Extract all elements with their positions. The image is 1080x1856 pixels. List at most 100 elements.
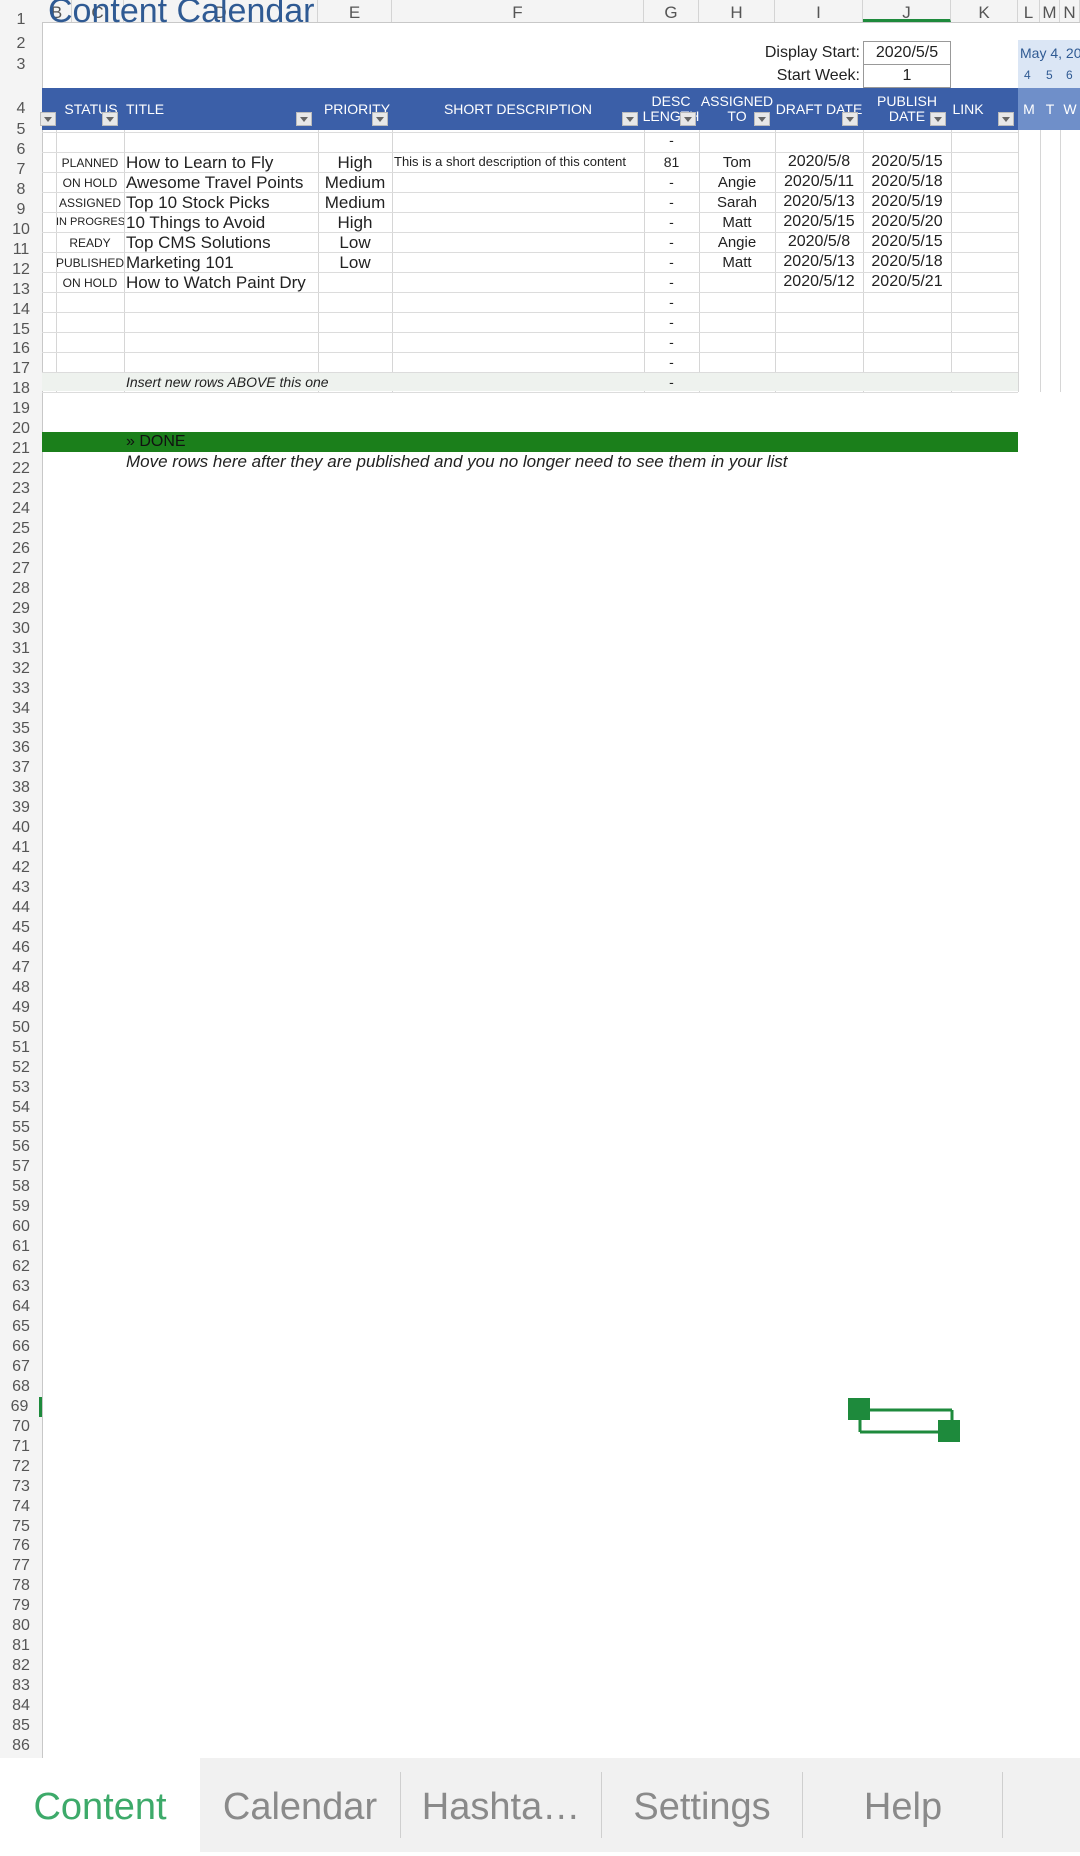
row-header-20[interactable]: 20 — [0, 419, 42, 439]
assigned-to-cell[interactable]: Matt — [699, 254, 775, 271]
row-header-53[interactable]: 53 — [0, 1078, 42, 1098]
desc-length-cell[interactable]: - — [644, 374, 699, 390]
col-header-n[interactable]: N — [1060, 0, 1080, 22]
row-header-40[interactable]: 40 — [0, 818, 42, 838]
publish-date-cell[interactable]: 2020/5/15 — [863, 153, 951, 171]
publish-date-cell[interactable]: 2020/5/20 — [863, 213, 951, 231]
row-header-25[interactable]: 25 — [0, 519, 42, 539]
tab-hashtags[interactable]: Hashta… — [401, 1758, 601, 1852]
title-cell[interactable]: How to Watch Paint Dry — [126, 273, 316, 293]
tab-calendar[interactable]: Calendar — [200, 1758, 400, 1852]
row-header-32[interactable]: 32 — [0, 659, 42, 679]
filter-dropdown-publish[interactable] — [930, 112, 946, 126]
draft-date-cell[interactable]: 2020/5/13 — [775, 193, 863, 211]
row-header-48[interactable]: 48 — [0, 978, 42, 998]
row-header-81[interactable]: 81 — [0, 1636, 42, 1656]
title-cell[interactable]: How to Learn to Fly — [126, 153, 316, 173]
row-header-23[interactable]: 23 — [0, 479, 42, 499]
row-header-27[interactable]: 27 — [0, 559, 42, 579]
status-cell[interactable]: ON HOLD — [56, 176, 124, 190]
row-header-12[interactable]: 12 — [0, 260, 42, 280]
col-header-f[interactable]: F — [392, 0, 644, 22]
col-header-g[interactable]: G — [644, 0, 699, 22]
row-header-43[interactable]: 43 — [0, 878, 42, 898]
display-start-input[interactable]: 2020/5/5 — [863, 41, 951, 65]
row-header-29[interactable]: 29 — [0, 599, 42, 619]
status-cell[interactable]: IN PROGRESS — [56, 216, 124, 228]
row-header-35[interactable]: 35 — [0, 719, 42, 739]
draft-date-cell[interactable]: 2020/5/12 — [775, 273, 863, 291]
col-header-j[interactable]: J — [863, 0, 951, 22]
row-header-31[interactable]: 31 — [0, 639, 42, 659]
col-header-l[interactable]: L — [1018, 0, 1040, 22]
draft-date-cell[interactable]: 2020/5/8 — [775, 233, 863, 251]
row-header-71[interactable]: 71 — [0, 1437, 42, 1457]
priority-cell[interactable]: Medium — [318, 173, 392, 193]
selection-handle-icon[interactable] — [846, 1396, 966, 1446]
publish-date-cell[interactable]: 2020/5/18 — [863, 173, 951, 191]
row-header-19[interactable]: 19 — [0, 399, 42, 419]
row-header-15[interactable]: 15 — [0, 320, 42, 340]
status-cell[interactable]: PUBLISHED — [56, 256, 124, 270]
row-header-7[interactable]: 7 — [0, 160, 42, 180]
draft-date-cell[interactable]: 2020/5/8 — [775, 153, 863, 171]
row-header-36[interactable]: 36 — [0, 738, 42, 758]
status-cell[interactable]: ASSIGNED — [56, 196, 124, 210]
row-header-14[interactable]: 14 — [0, 300, 42, 320]
row-header-62[interactable]: 62 — [0, 1257, 42, 1277]
title-cell[interactable]: 10 Things to Avoid — [126, 213, 316, 233]
row-header-51[interactable]: 51 — [0, 1038, 42, 1058]
row-header-10[interactable]: 10 — [0, 220, 42, 240]
filter-dropdown-assigned[interactable] — [754, 112, 770, 126]
col-header-m[interactable]: M — [1040, 0, 1060, 22]
row-header-73[interactable]: 73 — [0, 1477, 42, 1497]
row-header-72[interactable]: 72 — [0, 1457, 42, 1477]
desc-length-cell[interactable]: - — [644, 274, 699, 290]
row-header-60[interactable]: 60 — [0, 1217, 42, 1237]
filter-dropdown-status[interactable] — [102, 112, 118, 126]
row-header-44[interactable]: 44 — [0, 898, 42, 918]
row-header-70[interactable]: 70 — [0, 1417, 42, 1437]
desc-length-cell[interactable]: - — [644, 254, 699, 270]
row-header-65[interactable]: 65 — [0, 1317, 42, 1337]
row-header-34[interactable]: 34 — [0, 699, 42, 719]
row-header-77[interactable]: 77 — [0, 1556, 42, 1576]
row-header-18[interactable]: 18 — [0, 379, 42, 399]
desc-length-cell[interactable]: - — [644, 214, 699, 230]
row-header-45[interactable]: 45 — [0, 918, 42, 938]
priority-cell[interactable]: Medium — [318, 193, 392, 213]
row-header-69[interactable]: 69 — [0, 1396, 42, 1417]
row-header-38[interactable]: 38 — [0, 778, 42, 798]
row-header-46[interactable]: 46 — [0, 938, 42, 958]
row-header-55[interactable]: 55 — [0, 1118, 42, 1138]
row-header-58[interactable]: 58 — [0, 1177, 42, 1197]
row-header-59[interactable]: 59 — [0, 1197, 42, 1217]
priority-cell[interactable]: Low — [318, 233, 392, 253]
row-header-82[interactable]: 82 — [0, 1656, 42, 1676]
priority-cell[interactable]: High — [318, 153, 392, 173]
desc-length-cell[interactable]: - — [644, 314, 699, 330]
publish-date-cell[interactable]: 2020/5/21 — [863, 273, 951, 291]
title-cell[interactable]: Top 10 Stock Picks — [126, 193, 316, 213]
col-header-i[interactable]: I — [775, 0, 863, 22]
row-header-4[interactable]: 4 — [0, 99, 42, 119]
row-header-49[interactable]: 49 — [0, 998, 42, 1018]
desc-length-cell[interactable]: - — [644, 354, 699, 370]
row-header-63[interactable]: 63 — [0, 1277, 42, 1297]
title-cell[interactable]: Marketing 101 — [126, 253, 316, 273]
assigned-to-cell[interactable]: Sarah — [699, 194, 775, 211]
row-header-56[interactable]: 56 — [0, 1137, 42, 1157]
filter-dropdown-description[interactable] — [622, 112, 638, 126]
row-header-42[interactable]: 42 — [0, 858, 42, 878]
assigned-to-cell[interactable]: Matt — [699, 214, 775, 231]
row-header-57[interactable]: 57 — [0, 1157, 42, 1177]
row-header-28[interactable]: 28 — [0, 579, 42, 599]
row-header-2[interactable]: 2 — [0, 34, 42, 54]
row-header-75[interactable]: 75 — [0, 1517, 42, 1537]
title-cell[interactable]: Top CMS Solutions — [126, 233, 316, 253]
desc-length-cell[interactable]: - — [644, 334, 699, 350]
row-header-22[interactable]: 22 — [0, 459, 42, 479]
desc-length-cell[interactable]: - — [644, 174, 699, 190]
tab-content[interactable]: Content — [0, 1758, 200, 1852]
desc-length-cell[interactable]: - — [644, 132, 699, 148]
